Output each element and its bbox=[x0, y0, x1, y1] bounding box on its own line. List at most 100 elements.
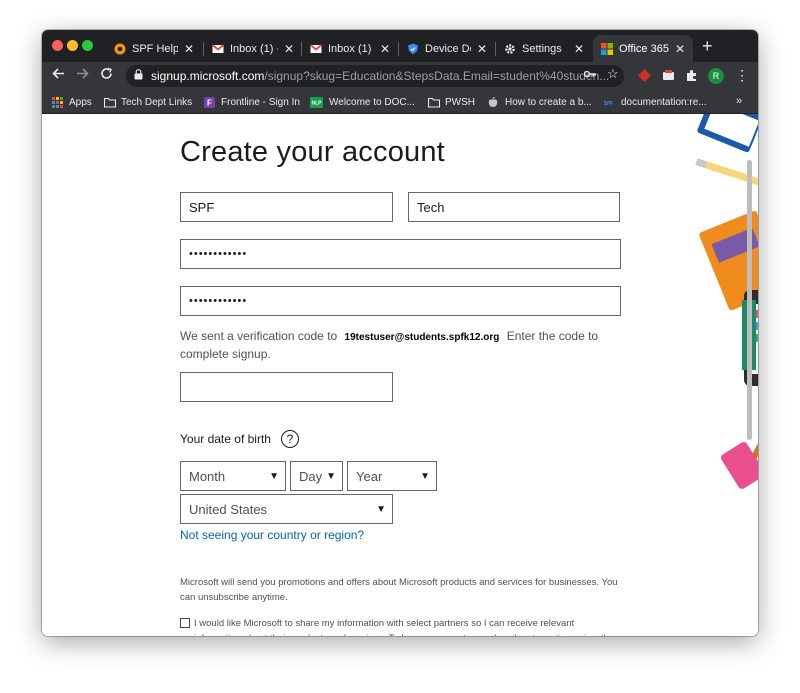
decorative-illustration bbox=[695, 114, 758, 489]
birth-month-value: Month bbox=[189, 468, 226, 484]
bookmark-label: How to create a b... bbox=[505, 96, 592, 108]
bookmark-label: Welcome to DOC... bbox=[329, 96, 415, 108]
country-value: United States bbox=[189, 501, 268, 517]
tab-inbox-1[interactable]: Inbox (1) - ✕ bbox=[204, 35, 302, 62]
svg-text:NLP: NLP bbox=[312, 100, 323, 106]
partner-consent-row: I would like Microsoft to share my infor… bbox=[180, 616, 620, 636]
verify-prefix: We sent a verification code to bbox=[180, 329, 338, 343]
gmail-icon bbox=[309, 43, 323, 55]
eraser-illustration bbox=[721, 442, 758, 489]
tab-spf-help[interactable]: SPF Help D ✕ bbox=[106, 35, 202, 62]
profile-avatar[interactable]: R bbox=[708, 68, 724, 84]
shield-icon bbox=[407, 43, 419, 55]
chevron-down-icon: ▼ bbox=[376, 503, 386, 515]
screen-capture-extension-icon[interactable] bbox=[662, 69, 675, 82]
signup-page: Create your account SPF Tech •••••••••••… bbox=[42, 114, 758, 636]
address-bar[interactable]: signup.microsoft.com /signup?skug=Educat… bbox=[126, 65, 624, 87]
tab-settings[interactable]: Settings ✕ bbox=[496, 35, 592, 62]
key-icon[interactable] bbox=[583, 68, 596, 82]
last-name-input[interactable]: Tech bbox=[408, 192, 620, 222]
extensions-puzzle-icon[interactable] bbox=[685, 69, 698, 82]
confirm-password-input[interactable]: •••••••••••• bbox=[180, 286, 621, 316]
gmail-icon bbox=[211, 43, 225, 55]
book-illustration bbox=[697, 114, 758, 153]
microsoft-logo-icon bbox=[601, 42, 613, 55]
bookmark-label: Frontline - Sign In bbox=[221, 96, 300, 108]
first-name-input[interactable]: SPF bbox=[180, 192, 393, 222]
page-scrollbar[interactable] bbox=[747, 160, 752, 440]
close-tab-icon[interactable]: ✕ bbox=[574, 42, 584, 56]
verification-message: We sent a verification code to 19testuse… bbox=[180, 328, 600, 362]
nlp-icon: NLP bbox=[310, 96, 323, 108]
bookmark-how-to-create[interactable]: How to create a b... bbox=[488, 94, 592, 110]
forward-arrow-icon[interactable] bbox=[76, 67, 89, 85]
lastpass-extension-icon[interactable] bbox=[638, 69, 651, 82]
bookmark-documentation[interactable]: SPF documentation:re... bbox=[602, 94, 707, 110]
country-help-link[interactable]: Not seeing your country or region? bbox=[180, 528, 364, 542]
dob-row: Your date of birth ? bbox=[180, 430, 299, 448]
help-icon[interactable]: ? bbox=[280, 430, 299, 448]
tab-device-details[interactable]: Device Det ✕ bbox=[399, 35, 495, 62]
bookmark-tech-dept-links[interactable]: Tech Dept Links bbox=[103, 94, 193, 110]
bookmark-apps[interactable]: Apps bbox=[52, 94, 92, 110]
url-path: /signup?skug=Education&StepsData.Email=s… bbox=[264, 69, 610, 83]
spf-help-icon bbox=[114, 43, 126, 55]
chevron-down-icon: ▼ bbox=[269, 470, 279, 482]
bookmark-label: documentation:re... bbox=[621, 96, 707, 108]
bookmarks-overflow-icon[interactable]: » bbox=[736, 95, 742, 107]
bookmarks-bar: Apps Tech Dept Links F Frontline - Sign … bbox=[42, 90, 758, 114]
folder-icon bbox=[103, 97, 117, 108]
close-tab-icon[interactable]: ✕ bbox=[184, 42, 194, 56]
close-tab-icon[interactable]: ✕ bbox=[477, 42, 487, 56]
apps-grid-icon bbox=[52, 96, 63, 108]
reload-icon[interactable] bbox=[100, 67, 113, 85]
close-tab-icon[interactable]: ✕ bbox=[284, 42, 294, 56]
birth-year-value: Year bbox=[356, 468, 383, 484]
frontline-icon: F bbox=[204, 96, 215, 108]
browser-menu-icon[interactable]: ⋮ bbox=[735, 67, 749, 84]
birth-day-select[interactable]: Day ▼ bbox=[290, 461, 343, 491]
bookmark-label: PWSH bbox=[445, 96, 475, 108]
verification-code-input[interactable] bbox=[180, 372, 393, 402]
tab-title: Settings bbox=[522, 42, 562, 55]
new-tab-button[interactable]: + bbox=[702, 36, 713, 57]
bookmark-label: Apps bbox=[69, 96, 92, 108]
bookmark-pwsh[interactable]: PWSH bbox=[427, 94, 475, 110]
browser-toolbar: signup.microsoft.com /signup?skug=Educat… bbox=[42, 62, 758, 90]
apple-icon bbox=[488, 96, 499, 108]
bookmark-label: Tech Dept Links bbox=[121, 96, 193, 108]
gear-icon bbox=[504, 43, 516, 55]
url-host: signup.microsoft.com bbox=[151, 69, 265, 83]
bookmark-frontline[interactable]: F Frontline - Sign In bbox=[204, 94, 300, 110]
promotions-notice: Microsoft will send you promotions and o… bbox=[180, 577, 618, 603]
partner-consent-checkbox[interactable] bbox=[180, 618, 190, 628]
partner-consent-label: I would like Microsoft to share my infor… bbox=[194, 618, 614, 636]
back-arrow-icon[interactable] bbox=[52, 67, 65, 85]
page-title: Create your account bbox=[180, 136, 445, 168]
dob-label: Your date of birth bbox=[180, 432, 271, 446]
folder-icon bbox=[427, 97, 441, 108]
bookmark-welcome-doc[interactable]: NLP Welcome to DOC... bbox=[310, 94, 415, 110]
maximize-window-button[interactable] bbox=[82, 40, 93, 51]
tab-strip: SPF Help D ✕ Inbox (1) - ✕ Inbox (1) - ✕… bbox=[42, 30, 758, 62]
tab-title: Office 365 bbox=[619, 42, 669, 55]
browser-window: SPF Help D ✕ Inbox (1) - ✕ Inbox (1) - ✕… bbox=[42, 30, 758, 636]
tab-office-365[interactable]: Office 365 ✕ bbox=[593, 35, 693, 62]
country-select[interactable]: United States ▼ bbox=[180, 494, 393, 524]
birth-month-select[interactable]: Month ▼ bbox=[180, 461, 286, 491]
minimize-window-button[interactable] bbox=[67, 40, 78, 51]
lock-icon bbox=[134, 69, 143, 83]
password-input[interactable]: •••••••••••• bbox=[180, 239, 621, 269]
bookmark-star-icon[interactable]: ☆ bbox=[607, 66, 619, 82]
close-tab-icon[interactable]: ✕ bbox=[675, 42, 685, 56]
birth-day-value: Day bbox=[299, 468, 323, 484]
svg-text:SPF: SPF bbox=[604, 101, 614, 107]
svg-text:F: F bbox=[207, 98, 212, 107]
tab-title: SPF Help D bbox=[132, 42, 178, 55]
tab-inbox-2[interactable]: Inbox (1) - ✕ bbox=[302, 35, 398, 62]
tab-title: Device Det bbox=[425, 42, 471, 55]
close-window-button[interactable] bbox=[52, 40, 63, 51]
chevron-down-icon: ▼ bbox=[326, 470, 336, 482]
birth-year-select[interactable]: Year ▼ bbox=[347, 461, 437, 491]
close-tab-icon[interactable]: ✕ bbox=[380, 42, 390, 56]
